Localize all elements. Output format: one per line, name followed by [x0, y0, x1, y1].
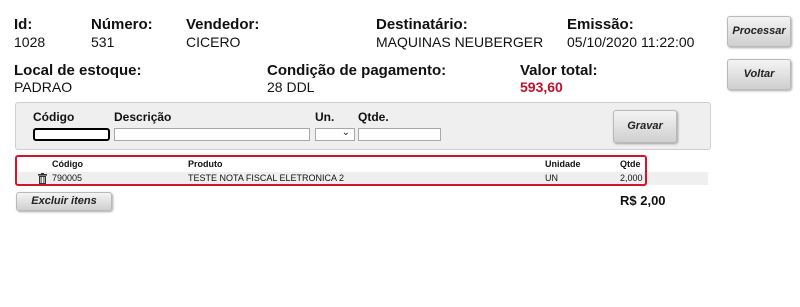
emissao-label: Emissão: [567, 16, 634, 33]
quantidade-label: Qtde. [358, 110, 389, 124]
local-estoque-value: PADRAO [14, 79, 73, 95]
unidade-label: Un. [315, 110, 335, 124]
codigo-label: Código [33, 110, 75, 124]
gravar-button[interactable]: Gravar [613, 110, 677, 143]
vendedor-value: CICERO [186, 34, 241, 50]
items-total: R$ 2,00 [620, 193, 666, 208]
local-estoque-label: Local de estoque: [14, 62, 142, 79]
id-label: Id: [14, 16, 33, 33]
processar-button[interactable]: Processar [727, 16, 791, 47]
destinatario-value: MAQUINAS NEUBERGER [376, 34, 544, 50]
vendedor-label: Vendedor: [186, 16, 260, 33]
id-value: 1028 [14, 34, 46, 50]
numero-label: Número: [91, 16, 153, 33]
chevron-down-icon: ⌄ [341, 127, 350, 138]
valor-total-label: Valor total: [520, 62, 598, 79]
emissao-value: 05/10/2020 11:22:00 [567, 34, 695, 50]
unidade-select[interactable]: ⌄ [315, 127, 355, 141]
voltar-button[interactable]: Voltar [727, 59, 791, 90]
descricao-label: Descrição [114, 110, 172, 124]
quantidade-input[interactable] [358, 128, 441, 141]
condicao-pagamento-label: Condição de pagamento: [267, 62, 447, 79]
item-entry-panel: Código Descrição Un. Qtde. ⌄ Gravar [15, 102, 711, 150]
valor-total-value: 593,60 [520, 79, 563, 95]
table-highlight-frame [15, 155, 647, 186]
condicao-pagamento-value: 28 DDL [267, 79, 315, 95]
codigo-input[interactable] [33, 128, 110, 141]
destinatario-label: Destinatário: [376, 16, 468, 33]
excluir-itens-button[interactable]: Excluir itens [16, 192, 112, 211]
descricao-input[interactable] [114, 128, 310, 141]
numero-value: 531 [91, 34, 115, 50]
